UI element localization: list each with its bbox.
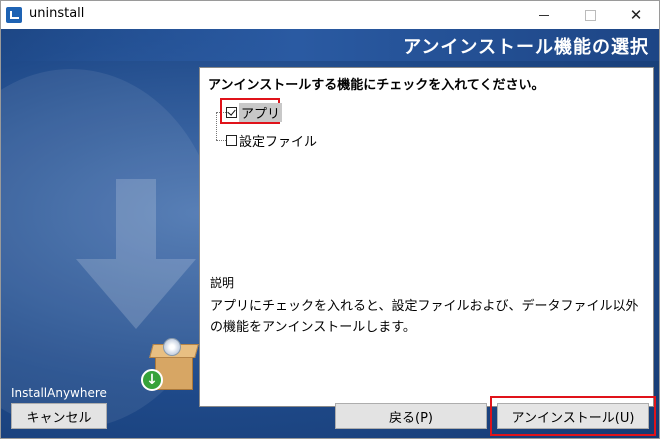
installer-body: アンインストール機能の選択 アンインストールする機能にチェックを入れてください。… bbox=[1, 29, 659, 438]
background-arrow-icon bbox=[76, 179, 196, 329]
download-arrow-icon: ↓ bbox=[141, 369, 163, 391]
settings-checkbox[interactable] bbox=[226, 134, 237, 146]
maximize-icon[interactable] bbox=[567, 1, 613, 29]
cancel-button[interactable]: キャンセル bbox=[11, 403, 107, 429]
feature-label-settings: 設定ファイル bbox=[239, 134, 318, 150]
instruction-text: アンインストールする機能にチェックを入れてください。 bbox=[208, 78, 545, 93]
back-button[interactable]: 戻る(P) bbox=[335, 403, 487, 429]
feature-tree: アプリ 設定ファイル bbox=[214, 98, 414, 154]
feature-item-settings[interactable]: 設定ファイル bbox=[226, 131, 318, 150]
page-title: アンインストール機能の選択 bbox=[403, 37, 649, 58]
close-icon[interactable]: ✕ bbox=[613, 1, 659, 29]
tree-connector bbox=[216, 112, 217, 140]
title-bar: uninstall ✕ bbox=[1, 1, 659, 29]
install-box-icon: ↓ bbox=[141, 334, 199, 394]
uninstall-button[interactable]: アンインストール(U) bbox=[497, 403, 649, 429]
installer-icon bbox=[6, 7, 22, 23]
description-text: アプリにチェックを入れると、設定ファイルおよび、データファイル以外の機能をアンイ… bbox=[210, 299, 639, 335]
feature-label-app: アプリ bbox=[239, 102, 283, 122]
window-title: uninstall bbox=[29, 6, 85, 21]
brand-label: InstallAnywhere bbox=[11, 386, 107, 400]
description-heading: 説明 bbox=[210, 276, 235, 290]
app-checkbox[interactable] bbox=[226, 106, 237, 118]
header-band: アンインストール機能の選択 bbox=[1, 29, 659, 61]
tree-connector bbox=[216, 140, 226, 141]
feature-item-app[interactable]: アプリ bbox=[226, 102, 283, 122]
minimize-icon[interactable] bbox=[521, 1, 567, 29]
disc-icon bbox=[163, 338, 181, 356]
feature-panel: アンインストールする機能にチェックを入れてください。 アプリ 設定ファイル 説明… bbox=[199, 67, 654, 407]
installer-window: uninstall ✕ アンインストール機能の選択 アンインストールする機能にチ… bbox=[0, 0, 660, 439]
